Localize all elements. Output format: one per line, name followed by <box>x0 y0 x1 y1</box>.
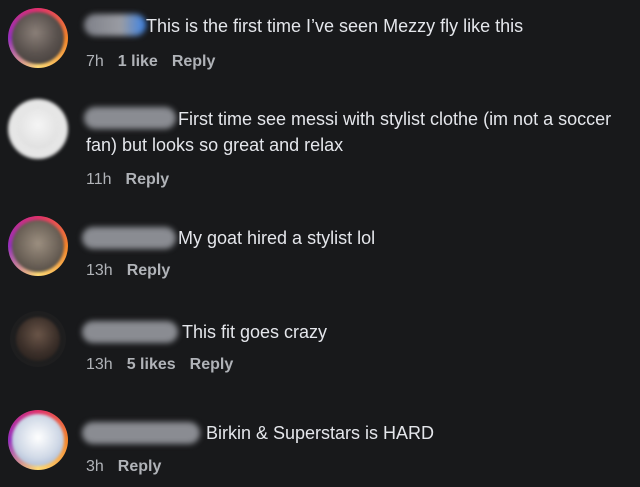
comment-text: This is the first time I’ve seen Mezzy f… <box>146 16 524 36</box>
comment-item: Birkin & Superstars is HARD 3h Reply <box>0 400 640 487</box>
comment-item: My goat hired a stylist lol 13h Reply <box>0 210 640 295</box>
likes-count[interactable]: 1 like <box>118 52 158 72</box>
comment-meta: 3h Reply <box>86 457 175 477</box>
comment-meta: 7h 1 like Reply <box>86 52 229 72</box>
comment-meta: 13h 5 likes Reply <box>86 355 247 375</box>
avatar[interactable] <box>8 8 68 68</box>
avatar[interactable] <box>8 410 68 470</box>
likes-count[interactable]: 5 likes <box>127 355 176 375</box>
comment-meta: 11h Reply <box>86 170 183 190</box>
avatar[interactable] <box>10 311 66 367</box>
avatar[interactable] <box>8 99 68 159</box>
reply-button[interactable]: Reply <box>126 170 170 190</box>
comment-text: First time see messi with stylist clothe… <box>86 109 612 155</box>
comment-time: 13h <box>86 262 113 279</box>
comment-text: My goat hired a stylist lol <box>178 228 376 248</box>
comment-item: This fit goes crazy 13h 5 likes Reply <box>0 305 640 395</box>
reply-button[interactable]: Reply <box>172 52 216 72</box>
comment-item: First time see messi with stylist clothe… <box>0 95 640 205</box>
comment-time: 7h <box>86 53 104 70</box>
reply-button[interactable]: Reply <box>190 355 234 375</box>
comment-text: Birkin & Superstars is HARD <box>206 423 435 443</box>
comment-time: 13h <box>86 356 113 373</box>
comment-text: This fit goes crazy <box>182 322 328 342</box>
reply-button[interactable]: Reply <box>118 457 162 477</box>
avatar[interactable] <box>8 216 68 276</box>
comment-item: This is the first time I’ve seen Mezzy f… <box>0 0 640 90</box>
reply-button[interactable]: Reply <box>127 261 171 281</box>
comment-meta: 13h Reply <box>86 261 184 281</box>
comment-time: 11h <box>86 171 112 188</box>
comment-time: 3h <box>86 458 104 475</box>
